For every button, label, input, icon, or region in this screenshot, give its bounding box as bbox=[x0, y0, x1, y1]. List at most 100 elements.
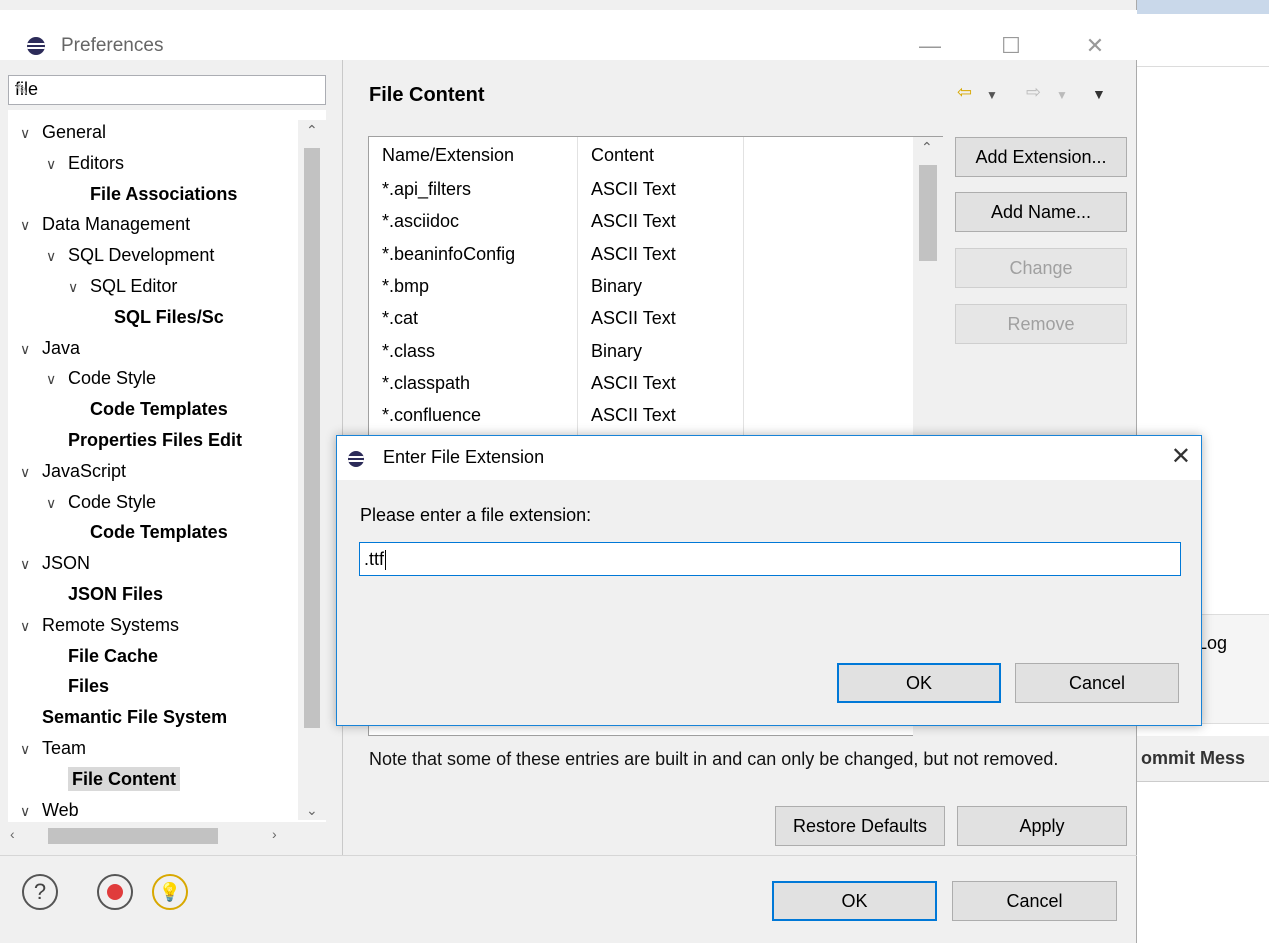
chevron-down-icon[interactable]: ∨ bbox=[20, 799, 32, 822]
tree-item[interactable]: Code Templates bbox=[90, 520, 228, 544]
tip-bulb-icon[interactable]: 💡 bbox=[152, 874, 188, 910]
chevron-down-icon[interactable]: ∨ bbox=[20, 121, 32, 145]
filter-input[interactable]: file ✎ bbox=[8, 75, 326, 105]
tree-item[interactable]: ∨ Editors bbox=[46, 151, 124, 176]
tree-item[interactable]: SQL Files/Sc bbox=[114, 305, 224, 329]
tree-item[interactable]: JSON Files bbox=[68, 582, 163, 606]
tree-item-label: SQL Editor bbox=[90, 276, 178, 296]
table-cell-content[interactable]: ASCII Text bbox=[591, 405, 676, 426]
remove-button[interactable]: Remove bbox=[955, 304, 1127, 344]
ok-button[interactable]: OK bbox=[772, 881, 937, 921]
tree-item-label: JavaScript bbox=[42, 460, 127, 481]
table-cell-content[interactable]: Binary bbox=[591, 276, 642, 297]
dialog-title: Enter File Extension bbox=[383, 447, 545, 467]
table-cell-name[interactable]: *.classpath bbox=[382, 373, 470, 394]
column-header-content[interactable]: Content bbox=[591, 145, 654, 166]
tree-item[interactable]: File Associations bbox=[90, 182, 237, 206]
table-cell-name[interactable]: *.api_filters bbox=[382, 179, 471, 200]
forward-dropdown-icon[interactable]: ▼ bbox=[1056, 88, 1068, 102]
record-icon[interactable] bbox=[97, 874, 133, 910]
table-cell-content[interactable]: ASCII Text bbox=[591, 373, 676, 394]
tree-item[interactable]: ∨ Data Management bbox=[20, 212, 190, 237]
file-extension-input[interactable]: .ttf bbox=[359, 542, 1181, 576]
table-scroll-thumb[interactable] bbox=[919, 165, 937, 261]
tree-item[interactable]: ∨ General bbox=[20, 120, 106, 145]
tree-item[interactable]: Code Templates bbox=[90, 397, 228, 421]
tree-item[interactable]: File Cache bbox=[68, 644, 158, 668]
change-button[interactable]: Change bbox=[955, 248, 1127, 288]
tree-item[interactable]: Properties Files Edit bbox=[68, 428, 242, 452]
table-cell-content[interactable]: ASCII Text bbox=[591, 244, 676, 265]
chevron-down-icon[interactable]: ∨ bbox=[68, 275, 80, 299]
tree-item[interactable]: File Content bbox=[68, 766, 180, 791]
tree-item[interactable]: Semantic File System bbox=[42, 705, 227, 729]
tree-item[interactable]: ∨ Code Style bbox=[46, 490, 156, 515]
table-cell-content[interactable]: ASCII Text bbox=[591, 211, 676, 232]
tree-item-label: File Cache bbox=[68, 645, 159, 666]
chevron-down-icon[interactable]: ∨ bbox=[20, 552, 32, 576]
dialog-cancel-button[interactable]: Cancel bbox=[1015, 663, 1179, 703]
eclipse-logo-icon bbox=[27, 37, 45, 55]
dialog-ok-button[interactable]: OK bbox=[837, 663, 1001, 703]
dialog-prompt: Please enter a file extension: bbox=[360, 505, 592, 525]
table-cell-name[interactable]: *.class bbox=[382, 341, 435, 362]
back-dropdown-icon[interactable]: ▼ bbox=[986, 88, 998, 102]
tree-item-label: File Associations bbox=[90, 183, 238, 204]
tree-item[interactable]: ∨ Code Style bbox=[46, 366, 156, 391]
view-menu-icon[interactable]: ▼ bbox=[1092, 86, 1106, 102]
tree-item[interactable]: ∨ Team bbox=[20, 736, 86, 761]
tree-item[interactable]: ∨ Remote Systems bbox=[20, 613, 179, 638]
column-divider bbox=[743, 137, 744, 437]
tree-item[interactable]: ∨ Web bbox=[20, 798, 79, 822]
chevron-down-icon[interactable]: ∨ bbox=[20, 460, 32, 484]
table-cell-content[interactable]: ASCII Text bbox=[591, 179, 676, 200]
tree-scroll-thumb[interactable] bbox=[304, 148, 320, 728]
tree-item-label: File Content bbox=[72, 768, 176, 789]
tree-vertical-scrollbar[interactable]: ⌃ ⌄ bbox=[298, 120, 326, 820]
cancel-button[interactable]: Cancel bbox=[952, 881, 1117, 921]
chevron-down-icon[interactable]: ∨ bbox=[46, 244, 58, 268]
table-cell-name[interactable]: *.beaninfoConfig bbox=[382, 244, 515, 265]
preference-tree[interactable]: ∨ Web File Content ∨ Team Semantic File Syste… bbox=[8, 110, 326, 822]
apply-button[interactable]: Apply bbox=[957, 806, 1127, 846]
chevron-down-icon[interactable]: ∨ bbox=[46, 491, 58, 515]
back-arrow-icon[interactable]: ⇦ bbox=[957, 82, 972, 103]
tree-horizontal-scrollbar[interactable]: ‹ › bbox=[8, 822, 326, 850]
chevron-down-icon[interactable]: ∨ bbox=[46, 367, 58, 391]
help-icon[interactable]: ? bbox=[22, 874, 58, 910]
close-button[interactable]: ✕ bbox=[1075, 28, 1115, 64]
dialog-close-button[interactable]: ✕ bbox=[1171, 442, 1191, 471]
tree-item[interactable]: ∨ JSON bbox=[20, 551, 90, 576]
tree-item[interactable]: Files bbox=[68, 674, 109, 698]
add-extension-button[interactable]: Add Extension... bbox=[955, 137, 1127, 177]
restore-defaults-button[interactable]: Restore Defaults bbox=[775, 806, 945, 846]
tree-item[interactable]: ∨ JavaScript bbox=[20, 459, 126, 484]
tree-item[interactable]: ∨ SQL Editor bbox=[68, 274, 177, 299]
add-name-button[interactable]: Add Name... bbox=[955, 192, 1127, 232]
chevron-down-icon[interactable]: ∨ bbox=[20, 614, 32, 638]
column-header-name[interactable]: Name/Extension bbox=[382, 145, 514, 166]
scroll-left-icon[interactable]: ‹ bbox=[10, 826, 15, 842]
minimize-button[interactable]: — bbox=[910, 28, 950, 64]
tree-item-label: Remote Systems bbox=[42, 614, 180, 635]
chevron-down-icon[interactable]: ∨ bbox=[46, 152, 58, 176]
tree-hscroll-thumb[interactable] bbox=[48, 828, 218, 844]
table-cell-content[interactable]: Binary bbox=[591, 341, 642, 362]
scroll-up-icon[interactable]: ⌃ bbox=[921, 139, 933, 156]
scroll-up-icon[interactable]: ⌃ bbox=[306, 122, 318, 139]
table-cell-name[interactable]: *.bmp bbox=[382, 276, 429, 297]
table-cell-name[interactable]: *.asciidoc bbox=[382, 211, 459, 232]
table-cell-name[interactable]: *.confluence bbox=[382, 405, 481, 426]
maximize-button[interactable]: ☐ bbox=[991, 28, 1031, 64]
scroll-down-icon[interactable]: ⌄ bbox=[306, 802, 318, 819]
forward-arrow-icon[interactable]: ⇨ bbox=[1026, 82, 1041, 103]
table-cell-content[interactable]: ASCII Text bbox=[591, 308, 676, 329]
tree-item[interactable]: ∨ SQL Development bbox=[46, 243, 214, 268]
eraser-icon[interactable]: ✎ bbox=[15, 80, 317, 100]
tree-item[interactable]: ∨ Java bbox=[20, 336, 80, 361]
scroll-right-icon[interactable]: › bbox=[272, 826, 277, 842]
chevron-down-icon[interactable]: ∨ bbox=[20, 213, 32, 237]
table-cell-name[interactable]: *.cat bbox=[382, 308, 418, 329]
chevron-down-icon[interactable]: ∨ bbox=[20, 337, 32, 361]
chevron-down-icon[interactable]: ∨ bbox=[20, 737, 32, 761]
